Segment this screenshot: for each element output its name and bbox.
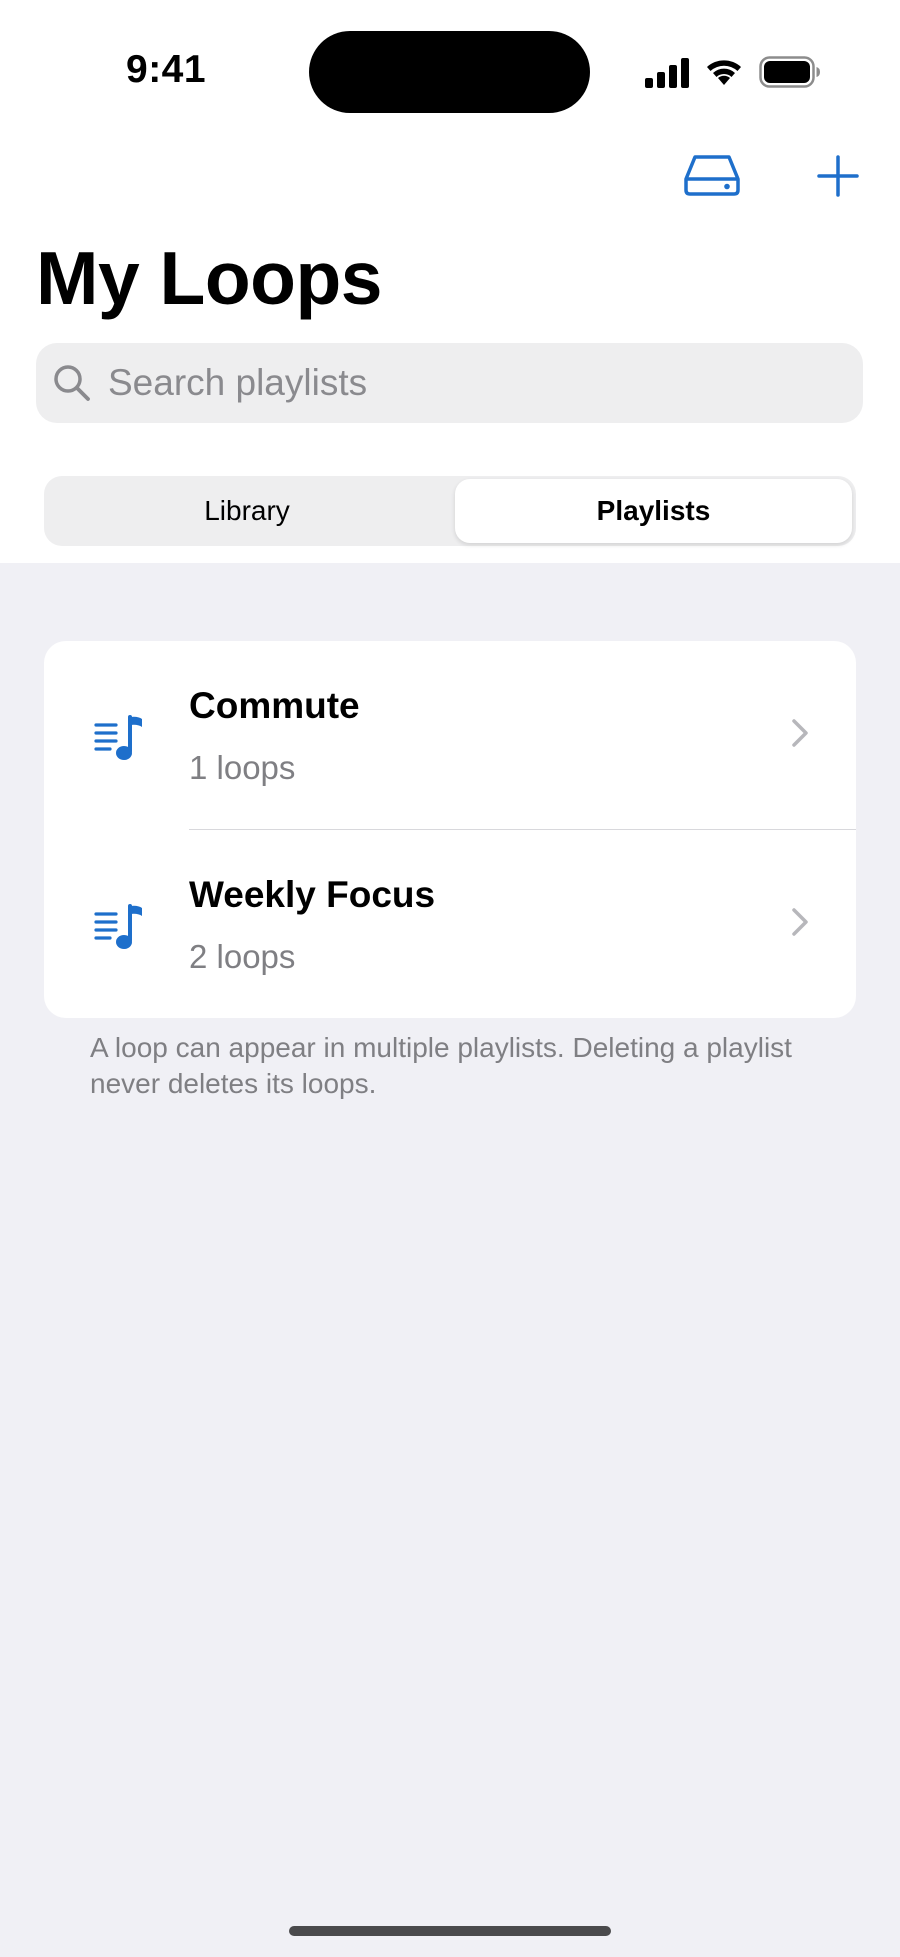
search-bar[interactable] (36, 343, 863, 423)
playlist-name: Commute (189, 685, 360, 726)
footer-note: A loop can appear in multiple playlists.… (90, 1032, 792, 1099)
battery-icon (759, 56, 820, 88)
drive-button[interactable] (676, 146, 748, 204)
page-title: My Loops (36, 236, 383, 320)
music-list-icon (94, 904, 142, 949)
dynamic-island (309, 31, 590, 113)
segmented-control: Library Playlists (44, 476, 856, 546)
search-icon (52, 363, 92, 403)
status-time: 9:41 (126, 48, 207, 91)
chevron-right-icon (792, 719, 808, 747)
segment-playlists[interactable]: Playlists (455, 479, 852, 543)
chevron-right-icon (792, 908, 808, 936)
playlist-row-weekly-focus[interactable]: Weekly Focus 2 loops (44, 830, 856, 1018)
add-playlist-button[interactable] (806, 146, 870, 206)
home-indicator[interactable] (289, 1926, 611, 1936)
external-drive-icon (684, 155, 740, 196)
plus-icon (817, 155, 859, 197)
music-list-icon (94, 715, 142, 760)
screen: 9:41 My Loops Search playlists Library P… (0, 0, 900, 1957)
playlist-count: 2 loops (189, 938, 296, 975)
wifi-icon (707, 60, 741, 85)
cellular-signal-icon (645, 58, 689, 88)
playlist-count: 1 loops (189, 749, 296, 786)
playlist-name: Weekly Focus (189, 874, 436, 915)
playlist-row-commute[interactable]: Commute 1 loops (44, 641, 856, 829)
segment-library[interactable]: Library (48, 479, 446, 543)
search-input[interactable] (106, 361, 810, 405)
playlist-list: Commute 1 loops Weekly Focus 2 loops (44, 641, 856, 1018)
